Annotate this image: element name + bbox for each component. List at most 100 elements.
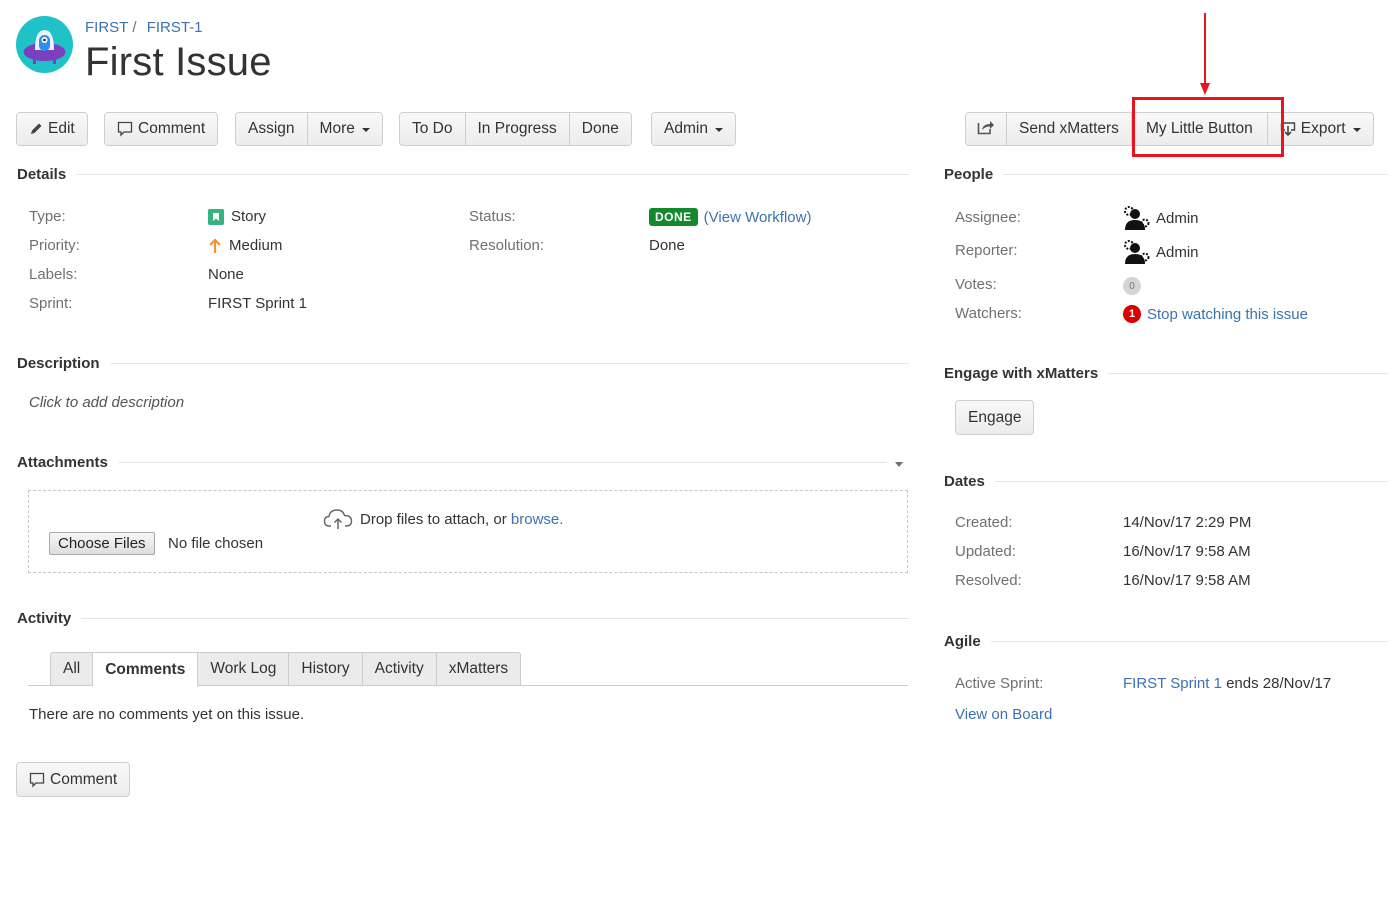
sprint-label: Sprint: (29, 295, 73, 312)
type-label: Type: (29, 208, 66, 225)
resolved-label: Resolved: (955, 572, 1022, 589)
priority-text: Medium (229, 237, 283, 254)
xmatters-heading[interactable]: Engage with xMatters (944, 365, 1388, 382)
votes-value[interactable]: 0 (1123, 277, 1141, 295)
my-little-button[interactable]: My Little Button (1131, 113, 1268, 145)
export-button[interactable]: Export (1267, 113, 1373, 145)
assignee-label: Assignee: (955, 209, 1021, 226)
details-heading-text: Details (17, 166, 67, 183)
page-title[interactable]: First Issue (85, 40, 272, 85)
assign-button[interactable]: Assign (236, 113, 308, 145)
send-xmatters-button[interactable]: Send xMatters (1007, 113, 1132, 145)
breadcrumb-project[interactable]: FIRST (85, 19, 128, 36)
divider (1003, 174, 1388, 175)
comment-button[interactable]: Comment (105, 113, 218, 145)
done-button[interactable]: Done (569, 113, 631, 145)
drop-files-text: Drop files to attach, or browse. (323, 508, 563, 530)
breadcrumb: FIRST / FIRST-1 (85, 19, 203, 36)
dates-heading[interactable]: Dates (944, 473, 1388, 490)
in-progress-button[interactable]: In Progress (465, 113, 570, 145)
chevron-down-icon (714, 128, 723, 132)
chevron-down-icon (361, 128, 370, 132)
assignee-value[interactable]: Admin (1123, 205, 1199, 231)
engage-button[interactable]: Engage (955, 400, 1035, 435)
choose-files-button[interactable]: Choose Files (49, 532, 155, 555)
chevron-down-icon (1352, 128, 1361, 132)
more-label: More (319, 120, 355, 137)
watchers-count-badge[interactable]: 1 (1123, 305, 1141, 323)
tab-work-log[interactable]: Work Log (198, 652, 290, 686)
edit-button[interactable]: Edit (17, 113, 87, 145)
export-icon (1280, 121, 1296, 137)
admin-button[interactable]: Admin (652, 113, 735, 145)
agile-heading-text: Agile (944, 633, 981, 650)
assignee-name: Admin (1156, 209, 1199, 227)
reporter-value[interactable]: Admin (1123, 239, 1199, 265)
attachment-dropzone[interactable] (28, 490, 908, 573)
sprint-link[interactable]: FIRST Sprint 1 (1123, 675, 1222, 692)
updated-value: 16/Nov/17 9:58 AM (1123, 543, 1251, 560)
breadcrumb-separator: / (132, 19, 137, 36)
more-button[interactable]: More (307, 113, 382, 145)
labels-value[interactable]: None (208, 266, 244, 283)
breadcrumb-issue-key[interactable]: FIRST-1 (147, 19, 203, 36)
xmatters-heading-text: Engage with xMatters (944, 365, 1099, 382)
type-text: Story (231, 208, 267, 225)
details-heading[interactable]: Details (17, 166, 909, 183)
divider (81, 618, 909, 619)
story-icon (208, 208, 224, 225)
annotation-arrow-line (1204, 13, 1206, 85)
stop-watching-link[interactable]: Stop watching this issue (1147, 306, 1308, 323)
add-comment-button[interactable]: Comment (16, 762, 131, 797)
created-label: Created: (955, 514, 1013, 531)
workflow-group: To Do In Progress Done (399, 112, 632, 146)
admin-user-icon (1123, 239, 1151, 265)
todo-button[interactable]: To Do (400, 113, 466, 145)
comment-group: Comment (104, 112, 219, 146)
project-avatar[interactable] (16, 16, 73, 73)
no-file-chosen-text: No file chosen (168, 535, 264, 552)
admin-user-icon (1123, 205, 1151, 231)
export-label: Export (1300, 120, 1346, 137)
resolved-value: 16/Nov/17 9:58 AM (1123, 572, 1251, 589)
description-field[interactable]: Click to add description (29, 394, 184, 411)
priority-value[interactable]: Medium (208, 237, 282, 254)
tab-comments[interactable]: Comments (93, 652, 199, 687)
type-value[interactable]: Story (208, 208, 266, 225)
divider (76, 174, 909, 175)
edit-group: Edit (16, 112, 88, 146)
view-workflow-link[interactable]: (View Workflow) (704, 209, 812, 226)
no-comments-text: There are no comments yet on this issue. (29, 706, 305, 723)
admin-label: Admin (664, 120, 708, 137)
divider (117, 462, 887, 463)
view-on-board-link[interactable]: View on Board (955, 706, 1052, 723)
activity-heading-text: Activity (17, 610, 72, 627)
description-heading-text: Description (17, 355, 100, 372)
active-sprint-label: Active Sprint: (955, 675, 1044, 692)
sprint-value[interactable]: FIRST Sprint 1 (208, 295, 307, 312)
attachments-heading[interactable]: Attachments (17, 454, 887, 471)
share-button[interactable] (966, 113, 1007, 145)
tab-history[interactable]: History (289, 652, 363, 686)
reporter-name: Admin (1156, 243, 1199, 261)
activity-tabs: All Comments Work Log History Activity x… (28, 652, 908, 687)
divider (1108, 373, 1388, 374)
admin-group: Admin (651, 112, 736, 146)
labels-label: Labels: (29, 266, 78, 283)
tab-activity[interactable]: Activity (362, 652, 437, 686)
pencil-icon (29, 122, 43, 136)
agile-heading[interactable]: Agile (944, 633, 1388, 650)
watchers-value: 1 Stop watching this issue (1123, 305, 1308, 323)
comment-icon (29, 772, 45, 788)
description-heading[interactable]: Description (17, 355, 909, 372)
assign-more-group: Assign More (235, 112, 383, 146)
people-heading[interactable]: People (944, 166, 1388, 183)
project-avatar-icon (16, 16, 73, 73)
browse-link[interactable]: browse. (511, 511, 564, 528)
share-icon (977, 119, 995, 140)
activity-heading[interactable]: Activity (17, 610, 909, 627)
attachments-options-caret-icon[interactable] (895, 462, 903, 467)
tab-xmatters[interactable]: xMatters (436, 652, 522, 686)
priority-label: Priority: (29, 237, 80, 254)
tab-all[interactable]: All (50, 652, 94, 686)
